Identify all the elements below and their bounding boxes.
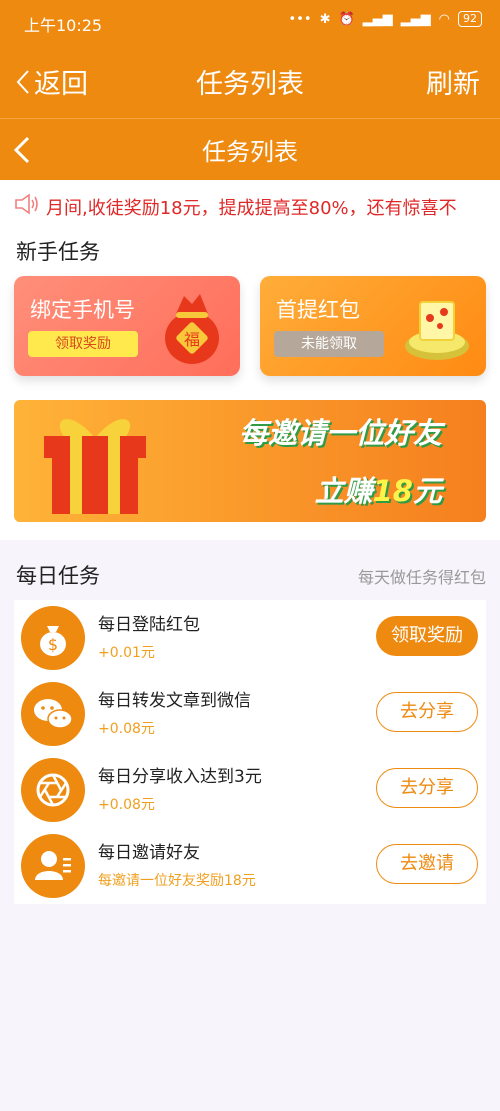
section-title: 每日任务 bbox=[16, 564, 100, 588]
task-reward: +0.08元 bbox=[98, 721, 155, 737]
battery-icon: 92 bbox=[458, 11, 482, 27]
page-title: 任务列表 bbox=[202, 138, 298, 166]
claim-reward-button[interactable]: 领取奖励 bbox=[28, 331, 138, 357]
speaker-icon bbox=[15, 193, 38, 215]
wifi-icon: ◠ bbox=[438, 11, 450, 27]
task-reward: +0.01元 bbox=[98, 645, 155, 661]
signal-icon-2: ▂▄▆ bbox=[400, 11, 431, 27]
claim-reward-button[interactable]: 领取奖励 bbox=[376, 616, 478, 656]
more-dots-icon: ••• bbox=[288, 11, 312, 27]
banner-line-1: 每邀请一位好友 bbox=[238, 416, 442, 450]
banner-line-2-suffix: 元 bbox=[412, 474, 442, 508]
bind-phone-card[interactable]: 绑定手机号 领取奖励 福 bbox=[14, 276, 240, 376]
app-bar: 返回 任务列表 刷新 bbox=[0, 42, 500, 118]
daily-header: 每日任务 每天做任务得红包 bbox=[0, 548, 500, 598]
page-header: 任务列表 bbox=[0, 118, 500, 181]
newbie-section: 新手任务 绑定手机号 领取奖励 福 首提红包 未能领取 每邀请一位好友 立赚18… bbox=[0, 230, 500, 540]
signal-icon: ▂▄▆ bbox=[362, 11, 393, 27]
svg-text:福: 福 bbox=[184, 330, 200, 349]
invite-button[interactable]: 去邀请 bbox=[376, 844, 478, 884]
card-title: 绑定手机号 bbox=[30, 298, 135, 322]
task-name: 每日邀请好友 bbox=[98, 843, 200, 863]
share-button[interactable]: 去分享 bbox=[376, 692, 478, 732]
treasure-icon bbox=[405, 301, 469, 360]
refresh-button[interactable]: 刷新 bbox=[426, 62, 480, 101]
gift-box-icon bbox=[44, 419, 146, 514]
camera-shutter-icon bbox=[21, 758, 85, 822]
notice-text: 月间,收徒奖励18元，提成提高至80%，还有惊喜不 bbox=[46, 198, 457, 219]
list-item: 每日转发文章到微信 +0.08元 去分享 bbox=[14, 676, 486, 752]
lucky-bag-icon: 福 bbox=[165, 294, 219, 364]
svg-text:$: $ bbox=[48, 635, 58, 654]
alarm-icon: ⏰ bbox=[338, 11, 355, 27]
bluetooth-icon: ✱ bbox=[319, 11, 331, 27]
card-title: 首提红包 bbox=[276, 298, 360, 322]
task-name: 每日分享收入达到3元 bbox=[98, 767, 262, 787]
daily-hint: 每天做任务得红包 bbox=[357, 568, 486, 587]
wechat-icon bbox=[21, 682, 85, 746]
status-icons: ••• ✱ ⏰ ▂▄▆ ▂▄▆ ◠ 92 bbox=[289, 11, 482, 27]
notice-bar: 月间,收徒奖励18元，提成提高至80%，还有惊喜不 bbox=[0, 180, 500, 230]
list-item: 每日分享收入达到3元 +0.08元 去分享 bbox=[14, 752, 486, 828]
first-withdraw-card[interactable]: 首提红包 未能领取 bbox=[260, 276, 486, 376]
status-bar: 上午10:25 ••• ✱ ⏰ ▂▄▆ ▂▄▆ ◠ 92 bbox=[0, 0, 500, 42]
banner-line-2: 立赚18元 bbox=[315, 468, 442, 510]
app-title: 任务列表 bbox=[196, 69, 304, 100]
task-reward: 每邀请一位好友奖励18元 bbox=[98, 873, 256, 889]
task-name: 每日转发文章到微信 bbox=[98, 691, 251, 711]
invite-banner[interactable]: 每邀请一位好友 立赚18元 bbox=[14, 400, 486, 522]
banner-amount: 18 bbox=[372, 474, 413, 508]
money-bag-icon: $ bbox=[21, 606, 85, 670]
task-name: 每日登陆红包 bbox=[98, 615, 200, 635]
list-item: 每日邀请好友 每邀请一位好友奖励18元 去邀请 bbox=[14, 828, 486, 904]
task-reward: +0.08元 bbox=[98, 797, 155, 813]
user-card-icon bbox=[21, 834, 85, 898]
not-claimed-button: 未能领取 bbox=[274, 331, 384, 357]
status-time: 上午10:25 bbox=[24, 16, 103, 35]
share-button[interactable]: 去分享 bbox=[376, 768, 478, 808]
section-title: 新手任务 bbox=[16, 240, 100, 264]
banner-line-2-prefix: 立赚 bbox=[314, 474, 373, 508]
list-item: $ 每日登陆红包 +0.01元 领取奖励 bbox=[14, 600, 486, 676]
daily-task-list: $ 每日登陆红包 +0.01元 领取奖励 每日转发文章到微信 +0.08元 去分… bbox=[14, 600, 486, 904]
